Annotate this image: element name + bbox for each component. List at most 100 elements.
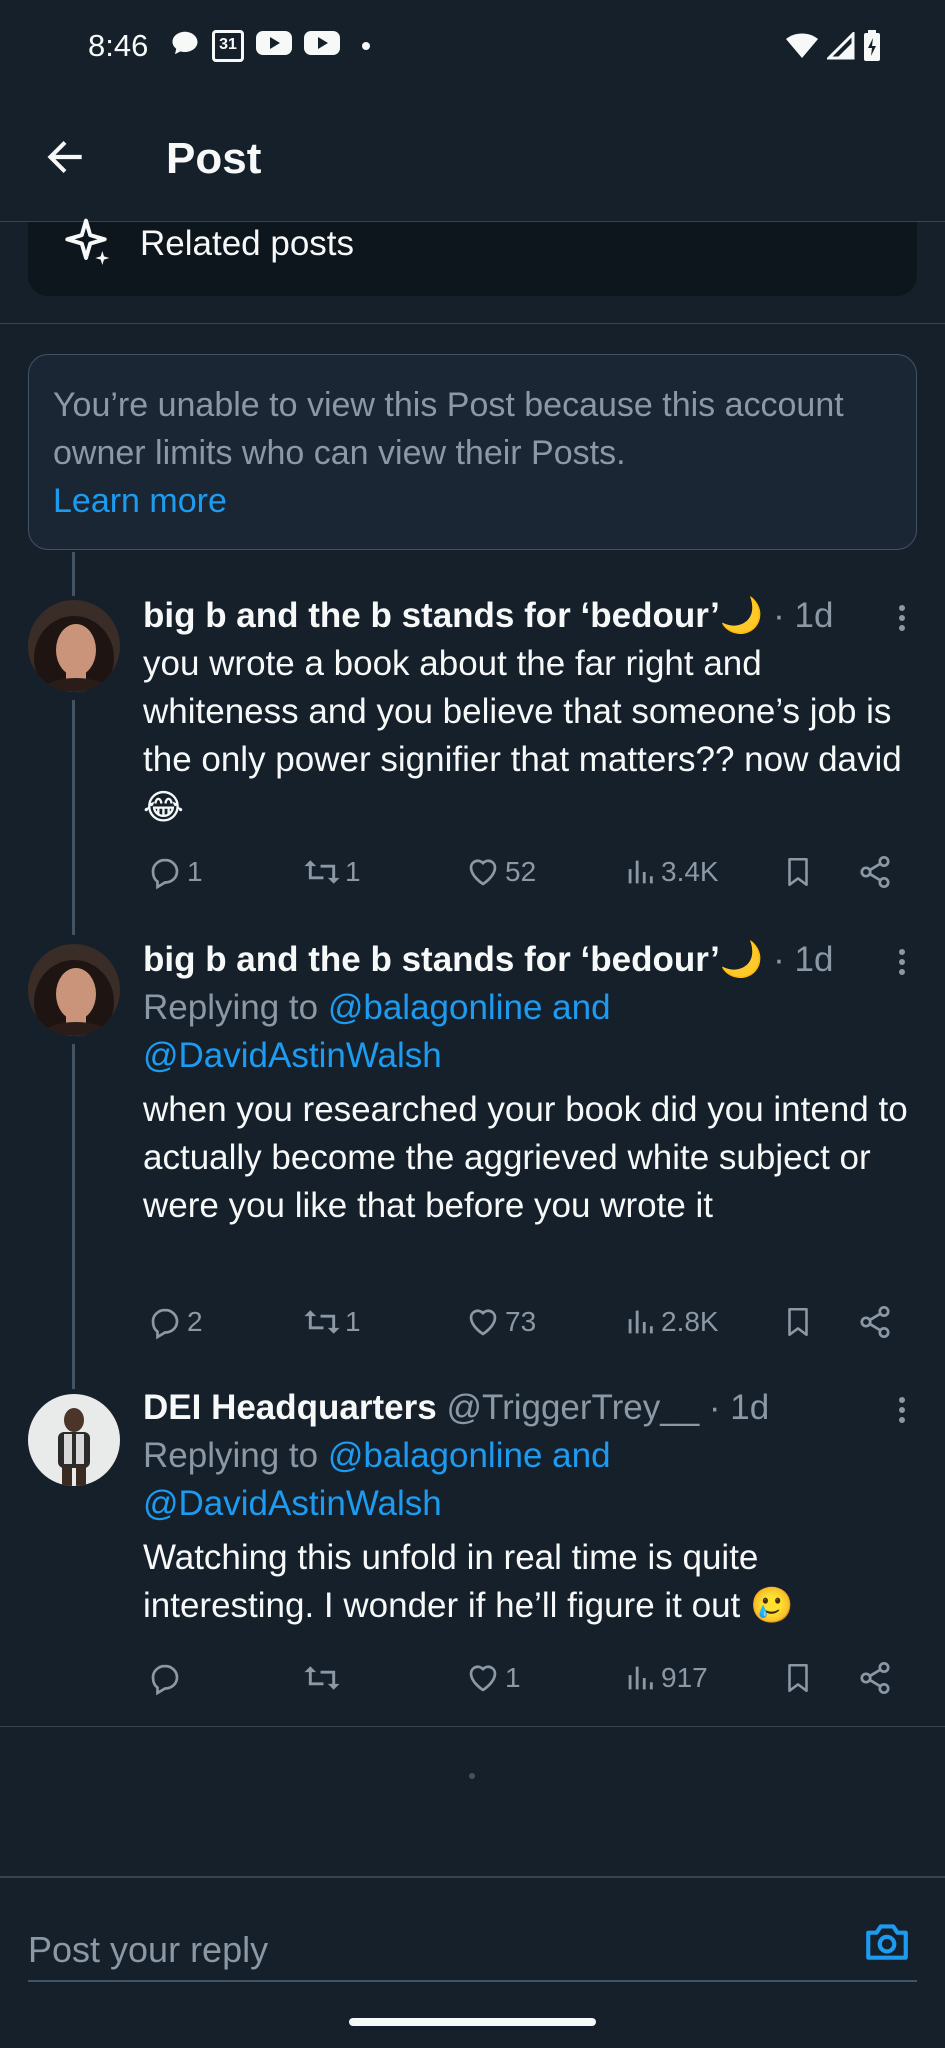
battery-icon [863, 30, 881, 67]
more-options-button[interactable] [878, 942, 918, 982]
views-count: 3.4K [661, 856, 719, 887]
display-name[interactable]: DEI Headquarters [143, 1388, 437, 1427]
chat-bubble-icon [170, 28, 200, 63]
tweet-header: big b and the b stands for ‘bedour’🌙 · 1… [143, 936, 918, 984]
like-count: 52 [505, 856, 537, 887]
tweet[interactable]: big b and the b stands for ‘bedour’🌙 · 1… [143, 936, 918, 1230]
camera-icon [866, 1924, 908, 1960]
timestamp[interactable]: · 1d [773, 940, 833, 979]
reply-count: 2 [187, 1306, 203, 1337]
display-name[interactable]: big b and the b stands for ‘bedour’🌙 [143, 940, 763, 979]
repost-button[interactable]: 1 [303, 1304, 361, 1340]
bookmark-icon [788, 857, 808, 887]
bookmark-button[interactable] [781, 1304, 815, 1340]
thread-connector [72, 700, 75, 935]
reply-button[interactable]: 1 [147, 854, 203, 890]
views-count: 2.8K [661, 1306, 719, 1337]
timestamp[interactable]: · 1d [773, 596, 833, 635]
calendar-day: 31 [219, 35, 237, 53]
tweet-actions: 2 1 73 2.8K [143, 1304, 903, 1348]
heart-icon [469, 1309, 497, 1336]
learn-more-link[interactable]: Learn more [53, 477, 227, 525]
repost-icon [304, 860, 340, 884]
repost-button[interactable] [303, 1660, 345, 1696]
share-icon [860, 1305, 890, 1339]
reply-icon [151, 858, 179, 890]
reply-button[interactable]: 2 [147, 1304, 203, 1340]
tweet-text: you wrote a book about the far right and… [143, 644, 902, 827]
wifi-icon [785, 32, 819, 65]
repost-count: 1 [345, 856, 361, 887]
share-button[interactable] [857, 1660, 893, 1696]
related-posts-label: Related posts [140, 224, 355, 263]
bookmark-button[interactable] [781, 854, 815, 890]
timestamp[interactable]: · 1d [709, 1388, 769, 1427]
views-button[interactable]: 917 [623, 1660, 708, 1696]
more-vertical-icon [899, 1397, 905, 1423]
arrow-left-icon [47, 140, 82, 174]
loading-indicator [469, 1773, 475, 1779]
avatar[interactable] [28, 600, 120, 692]
status-bar: 8:46 31 [0, 0, 945, 96]
more-vertical-icon [899, 605, 905, 631]
avatar[interactable] [28, 1394, 120, 1486]
views-icon [628, 1310, 653, 1334]
share-button[interactable] [857, 1304, 893, 1340]
views-button[interactable]: 2.8K [623, 1304, 719, 1340]
replying-to-prefix: Replying to [143, 1436, 328, 1475]
reply-icon [151, 1308, 179, 1340]
tweet[interactable]: DEI Headquarters @TriggerTrey__ · 1d Rep… [143, 1384, 918, 1630]
share-button[interactable] [857, 854, 893, 890]
reply-underline [28, 1980, 917, 1982]
back-button[interactable] [40, 132, 90, 182]
status-icons-right [785, 30, 881, 67]
views-icon [628, 860, 653, 884]
like-button[interactable]: 73 [465, 1304, 536, 1340]
bookmark-icon [788, 1663, 808, 1693]
page-title: Post [166, 134, 262, 183]
thread-connector [72, 552, 75, 596]
like-button[interactable]: 1 [465, 1660, 521, 1696]
sparkle-icon [58, 216, 114, 277]
heart-icon [469, 1665, 497, 1692]
more-vertical-icon [899, 949, 905, 975]
views-button[interactable]: 3.4K [623, 854, 719, 890]
thread-connector [72, 1044, 75, 1389]
reply-composer [0, 1876, 945, 2048]
youtube-icon [256, 29, 292, 62]
repost-count: 1 [345, 1306, 361, 1337]
heart-icon [469, 859, 497, 886]
reply-icon [151, 1664, 179, 1696]
related-posts-card[interactable]: Related posts [28, 218, 917, 296]
tweet-header: big b and the b stands for ‘bedour’🌙 · 1… [143, 592, 918, 640]
display-name[interactable]: big b and the b stands for ‘bedour’🌙 [143, 596, 763, 635]
post-header: Post [0, 96, 945, 222]
tweet[interactable]: big b and the b stands for ‘bedour’🌙 · 1… [143, 592, 918, 832]
tweet-text: Watching this unfold in real time is qui… [143, 1538, 794, 1625]
reply-input[interactable] [28, 1922, 808, 1978]
repost-button[interactable]: 1 [303, 854, 361, 890]
tweet-actions: 1 917 [143, 1660, 903, 1704]
divider [0, 323, 945, 324]
like-button[interactable]: 52 [465, 854, 536, 890]
notice-text: You’re unable to view this Post because … [53, 386, 844, 472]
more-options-button[interactable] [878, 1390, 918, 1430]
camera-button[interactable] [862, 1916, 912, 1966]
status-icons-left: 31 [170, 28, 370, 63]
status-time: 8:46 [88, 28, 149, 63]
youtube-icon [304, 29, 340, 62]
share-icon [860, 1661, 890, 1695]
repost-icon [304, 1310, 340, 1334]
bookmark-icon [788, 1307, 808, 1337]
avatar[interactable] [28, 944, 120, 1036]
reply-button[interactable] [147, 1660, 187, 1696]
handle[interactable]: @TriggerTrey__ [446, 1388, 699, 1427]
calendar-icon: 31 [212, 29, 244, 62]
replying-to: Replying to @balagonline and @DavidAstin… [143, 984, 703, 1080]
bookmark-button[interactable] [781, 1660, 815, 1696]
more-options-button[interactable] [878, 598, 918, 638]
divider [0, 1726, 945, 1727]
home-indicator[interactable] [349, 2018, 596, 2026]
views-icon [628, 1666, 653, 1690]
tweet-text: when you researched your book did you in… [143, 1090, 908, 1225]
